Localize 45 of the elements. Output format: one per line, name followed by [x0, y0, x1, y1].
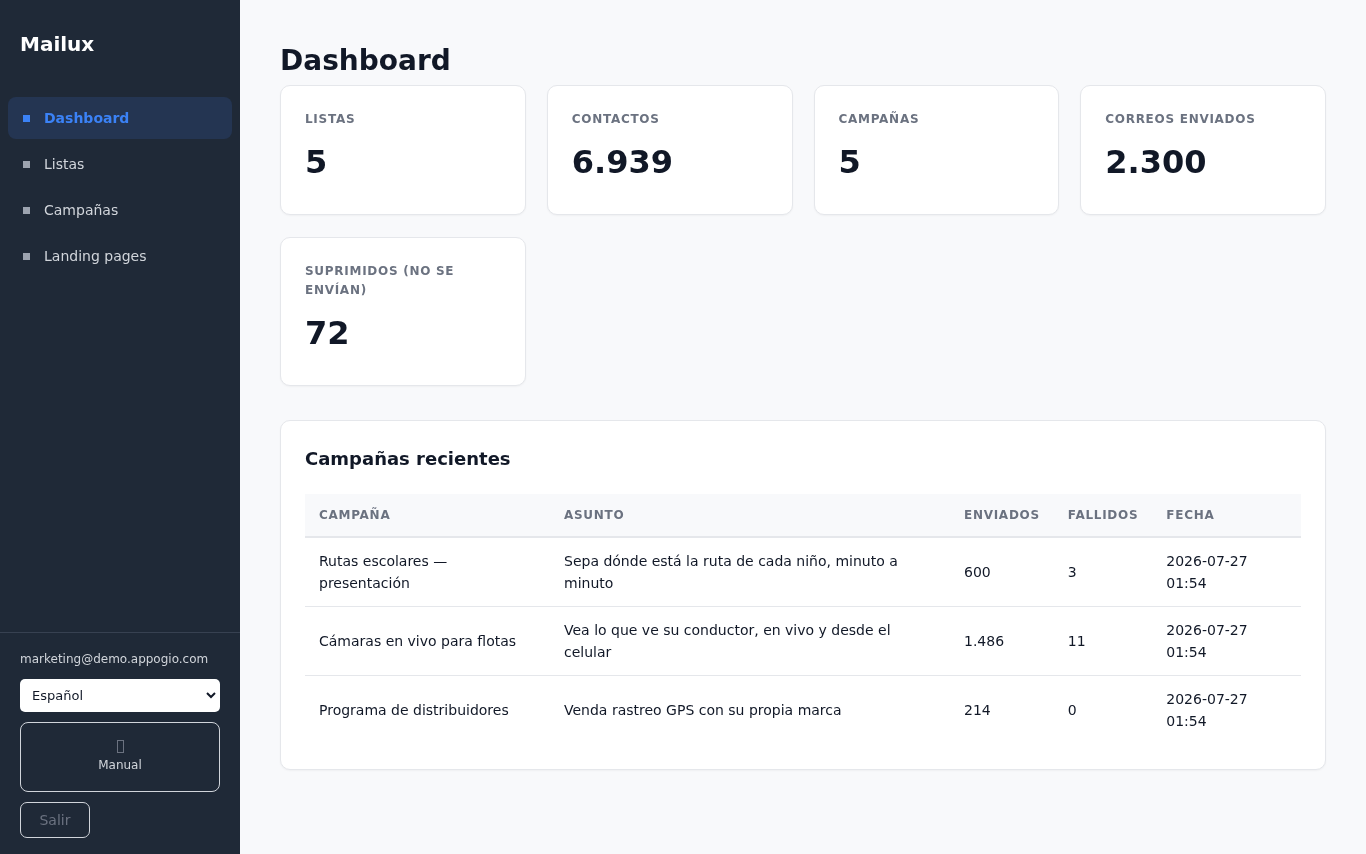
table-cell: 214 [950, 675, 1054, 745]
table-cell: Rutas escolares — presentación [305, 537, 550, 607]
column-header: ASUNTO [550, 494, 950, 537]
stat-value: 72 [305, 313, 351, 354]
brand-logo: Mailux [20, 32, 95, 56]
stat-label: CORREOS ENVIADOS [1105, 111, 1257, 128]
manual-button[interactable]: Manual [20, 722, 220, 792]
table-cell: 11 [1053, 606, 1153, 676]
table-cell: Cámaras en vivo para flotas [305, 606, 550, 676]
nav-item[interactable]: Listas [8, 143, 232, 185]
stat-value: 6.939 [571, 142, 674, 183]
column-header: ENVIADOS [950, 494, 1054, 537]
table-cell: Vea lo que ve su conductor, en vivo y desde el celular [550, 606, 950, 676]
stat-label: LISTAS [305, 111, 357, 128]
column-header: FALLIDOS [1053, 494, 1153, 537]
stat-value: 5 [838, 142, 862, 183]
table-cell: 2026-07-27 01:54 [1152, 606, 1301, 676]
rectangle-icon [116, 740, 124, 753]
section-title: Campañas recientes [305, 447, 512, 471]
square-bullet-icon [23, 114, 30, 122]
stat-value: 2.300 [1105, 142, 1208, 183]
stat-label: CONTACTOS [571, 111, 661, 128]
user-email: marketing@demo.appogio.com [20, 651, 210, 668]
table-cell: 3 [1053, 537, 1153, 607]
square-bullet-icon [23, 252, 30, 260]
table-cell: Venda rastreo GPS con su propia marca [550, 675, 950, 745]
stat-label: CAMPAÑAS [838, 110, 921, 128]
column-header: FECHA [1152, 494, 1301, 537]
column-header: CAMPAÑA [305, 494, 550, 537]
table-cell: Sepa dónde está la ruta de cada niño, minuto a minuto [550, 537, 950, 607]
table-cell: 0 [1053, 675, 1153, 745]
stat-label: SUPRIMIDOS (NO SE ENVÍAN) [305, 263, 456, 299]
nav-item[interactable]: Campañas [8, 189, 232, 231]
table-cell: 1.486 [950, 606, 1054, 676]
table-cell: 2026-07-27 01:54 [1152, 537, 1301, 607]
nav-item[interactable]: Landing pages [8, 235, 232, 277]
stat-value: 5 [305, 142, 329, 183]
table-cell: 2026-07-27 01:54 [1152, 675, 1301, 745]
square-bullet-icon [23, 160, 30, 168]
square-bullet-icon [23, 206, 30, 214]
chevron-down-icon [206, 692, 216, 699]
table-cell: 600 [950, 537, 1054, 607]
page-title: Dashboard [280, 43, 452, 79]
table-cell: Programa de distribuidores [305, 675, 550, 745]
language-select[interactable]: Español [20, 679, 220, 712]
